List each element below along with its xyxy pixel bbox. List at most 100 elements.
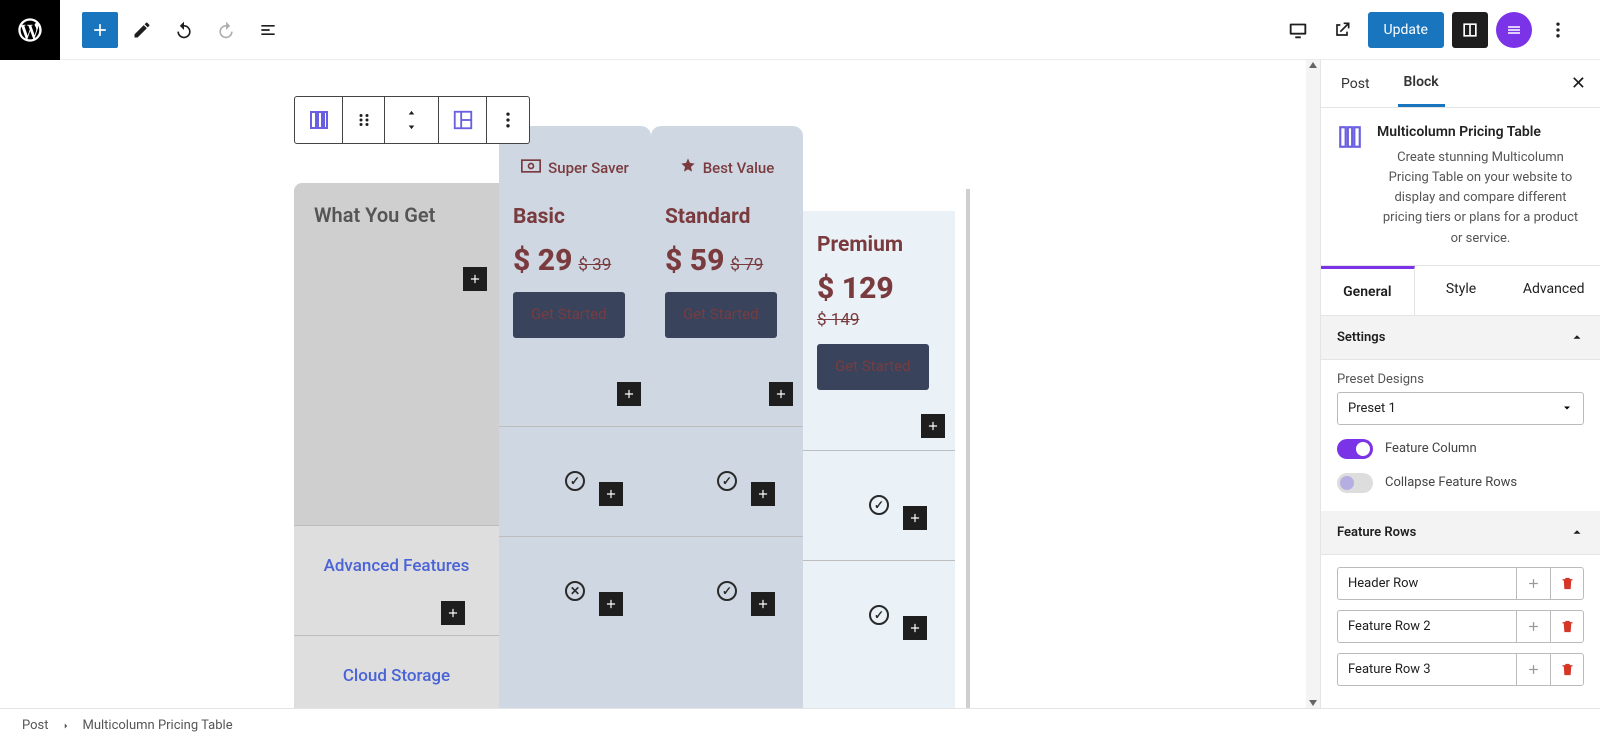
block-title: Multicolumn Pricing Table: [1377, 124, 1584, 140]
add-block-button[interactable]: [82, 12, 118, 48]
plugin-panel-button[interactable]: [1496, 12, 1532, 48]
breadcrumb-item[interactable]: Post: [22, 718, 49, 733]
feature-row[interactable]: Cloud Storage: [294, 635, 499, 708]
feature-cell[interactable]: ✓: [499, 426, 651, 536]
check-icon: ✓: [717, 471, 737, 491]
add-button[interactable]: [751, 592, 775, 616]
add-button[interactable]: [599, 482, 623, 506]
drag-handle[interactable]: [343, 97, 385, 143]
check-icon: ✓: [565, 471, 585, 491]
row-name[interactable]: Header Row: [1337, 567, 1516, 600]
plan-name: Basic: [513, 205, 637, 229]
toggle-label: Collapse Feature Rows: [1385, 475, 1517, 490]
chip-best-value[interactable]: Best Value: [651, 126, 803, 183]
add-button[interactable]: [441, 601, 465, 625]
tab-block[interactable]: Block: [1398, 60, 1445, 107]
settings-sidebar: Post Block ✕ Multicolumn Pricing Table C…: [1320, 60, 1600, 708]
breadcrumb-item[interactable]: Multicolumn Pricing Table: [83, 718, 233, 733]
editor-topbar: Update: [0, 0, 1600, 60]
block-more-button[interactable]: [487, 97, 529, 143]
wordpress-logo[interactable]: [0, 0, 60, 60]
plan-cta[interactable]: Get Started: [513, 292, 625, 338]
editor-main: Super Saver Best Value What You Get: [0, 60, 1600, 708]
duplicate-row-button[interactable]: [1516, 653, 1550, 686]
close-icon[interactable]: ✕: [1571, 73, 1586, 94]
panel-featurerows[interactable]: Feature Rows: [1321, 511, 1600, 555]
delete-row-button[interactable]: [1550, 653, 1584, 686]
plan-column-basic[interactable]: Basic $ 29$ 39 Get Started ✓ ✕: [499, 183, 651, 708]
plan-cta[interactable]: Get Started: [817, 344, 929, 390]
feature-cell[interactable]: ✓: [651, 536, 803, 646]
block-type-button[interactable]: [295, 97, 343, 143]
block-description: Multicolumn Pricing Table Create stunnin…: [1321, 108, 1600, 265]
row-name[interactable]: Feature Row 2: [1337, 610, 1516, 643]
duplicate-row-button[interactable]: [1516, 567, 1550, 600]
row-name[interactable]: Feature Row 3: [1337, 653, 1516, 686]
feature-row-item: Header Row: [1337, 567, 1584, 600]
open-external-button[interactable]: [1324, 12, 1360, 48]
add-button[interactable]: [903, 506, 927, 530]
view-desktop-button[interactable]: [1280, 12, 1316, 48]
add-button[interactable]: [599, 592, 623, 616]
document-overview-button[interactable]: [250, 12, 286, 48]
feature-row-item: Feature Row 3: [1337, 653, 1584, 686]
check-icon: ✓: [869, 605, 889, 625]
feature-label: Cloud Storage: [343, 665, 450, 688]
topbar-right-tools: Update: [1280, 12, 1600, 48]
redo-button[interactable]: [208, 12, 244, 48]
toggle-feature-column[interactable]: [1337, 439, 1373, 459]
tab-post[interactable]: Post: [1335, 62, 1376, 106]
preset-select[interactable]: Preset 1: [1337, 392, 1584, 425]
sidebar-tabs: Post Block ✕: [1321, 60, 1600, 108]
pricing-table: What You Get Advanced Features Cloud Sto…: [294, 183, 966, 708]
plan-name: Standard: [665, 205, 789, 229]
sidebar-toggle-button[interactable]: [1452, 12, 1488, 48]
toggle-collapse-rows[interactable]: [1337, 473, 1373, 493]
layout-button[interactable]: [439, 97, 487, 143]
toggle-label: Feature Column: [1385, 441, 1477, 456]
more-options-button[interactable]: [1540, 12, 1576, 48]
duplicate-row-button[interactable]: [1516, 610, 1550, 643]
preset-label: Preset Designs: [1337, 372, 1584, 387]
panel-settings[interactable]: Settings: [1321, 316, 1600, 360]
plan-price: $ 29: [513, 243, 572, 278]
chevron-up-icon: [1570, 525, 1584, 539]
plan-column-premium[interactable]: Premium $ 129 $ 149 Get Started ✓ ✓: [803, 211, 955, 708]
add-button[interactable]: [463, 267, 487, 291]
plan-column-standard[interactable]: Standard $ 59$ 79 Get Started ✓ ✓: [651, 183, 803, 708]
delete-row-button[interactable]: [1550, 567, 1584, 600]
move-updown[interactable]: [385, 97, 439, 143]
check-icon: ✓: [869, 495, 889, 515]
topbar-left-tools: [60, 12, 286, 48]
add-button[interactable]: [903, 616, 927, 640]
undo-button[interactable]: [166, 12, 202, 48]
block-subtabs: General Style Advanced: [1321, 265, 1600, 316]
block-desc-text: Create stunning Multicolumn Pricing Tabl…: [1377, 148, 1584, 249]
subtab-style[interactable]: Style: [1415, 266, 1508, 315]
add-button[interactable]: [751, 482, 775, 506]
plan-cta[interactable]: Get Started: [665, 292, 777, 338]
feature-row[interactable]: Advanced Features: [294, 525, 499, 635]
feature-cell[interactable]: ✓: [803, 450, 955, 560]
panel-title: Feature Rows: [1337, 525, 1416, 540]
add-button[interactable]: [921, 414, 945, 438]
delete-row-button[interactable]: [1550, 610, 1584, 643]
feature-column[interactable]: What You Get Advanced Features Cloud Sto…: [294, 183, 499, 708]
plan-old-price: $ 149: [817, 310, 941, 330]
plan-price: $ 129: [817, 271, 894, 306]
subtab-advanced[interactable]: Advanced: [1507, 266, 1600, 315]
panel-featurerows-body: Header Row Feature Row 2 Feature Row 3: [1321, 555, 1600, 708]
editor-canvas[interactable]: Super Saver Best Value What You Get: [0, 60, 1320, 708]
add-button[interactable]: [769, 382, 793, 406]
feature-cell[interactable]: ✕: [499, 536, 651, 646]
add-button[interactable]: [617, 382, 641, 406]
canvas-scrollbar[interactable]: [1306, 60, 1320, 708]
pricing-table-block[interactable]: Super Saver Best Value What You Get: [294, 126, 966, 708]
chip-label: Best Value: [703, 159, 775, 177]
feature-cell[interactable]: ✓: [651, 426, 803, 536]
edit-tool-button[interactable]: [124, 12, 160, 48]
update-button[interactable]: Update: [1368, 12, 1444, 48]
feature-cell[interactable]: ✓: [803, 560, 955, 670]
feature-label: Advanced Features: [324, 555, 470, 578]
subtab-general[interactable]: General: [1321, 266, 1415, 315]
